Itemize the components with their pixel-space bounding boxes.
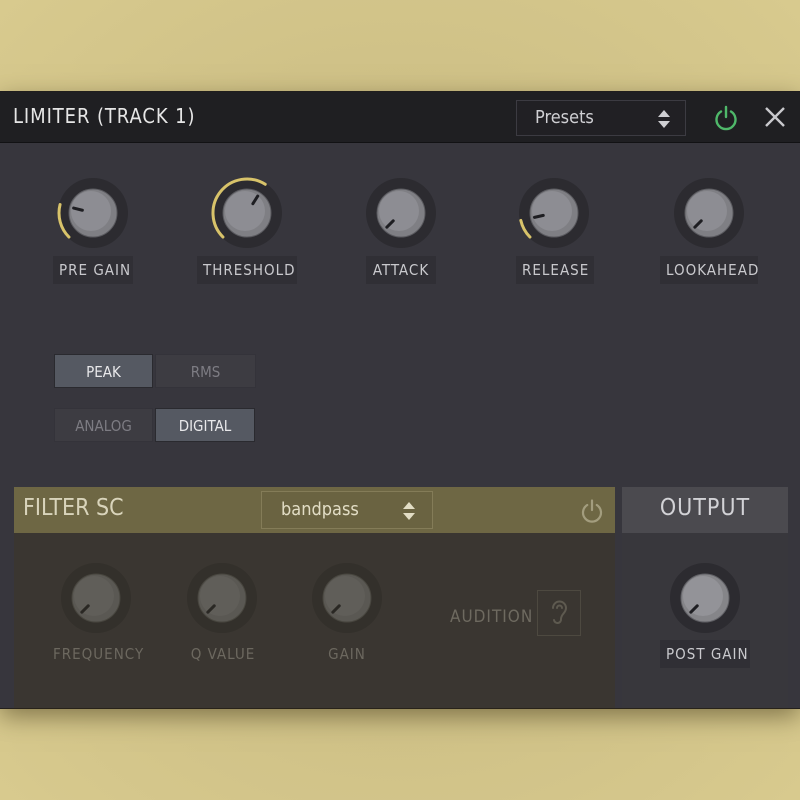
- filter-power-icon[interactable]: [579, 498, 605, 524]
- analog-toggle[interactable]: ANALOG: [54, 408, 153, 442]
- audition-label: AUDITION: [450, 607, 534, 627]
- updown-arrows-icon: [401, 500, 415, 520]
- lookahead-label: LOOKAHEAD: [660, 256, 758, 284]
- output-title: OUTPUT: [659, 495, 751, 521]
- rms-toggle[interactable]: RMS: [155, 354, 256, 388]
- power-icon[interactable]: [712, 104, 740, 132]
- post-gain-label: POST GAIN: [660, 640, 750, 668]
- knob-pre-gain[interactable]: [53, 173, 133, 253]
- threshold-label: THRESHOLD: [197, 256, 297, 284]
- knob-q-value[interactable]: [182, 558, 262, 638]
- peak-toggle[interactable]: PEAK: [54, 354, 153, 388]
- limiter-plugin-window: LIMITER (TRACK 1) Presets PRE GAIN THRES…: [0, 92, 800, 708]
- window-title: LIMITER (TRACK 1): [13, 104, 196, 128]
- pre-gain-label: PRE GAIN: [53, 256, 133, 284]
- filter-sc-header: FILTER SC bandpass: [14, 487, 615, 533]
- updown-arrows-icon: [656, 108, 670, 128]
- close-icon[interactable]: [762, 104, 788, 130]
- gain-label: GAIN: [317, 640, 377, 668]
- presets-label: Presets: [535, 107, 594, 128]
- filter-sc-title: FILTER SC: [23, 495, 124, 521]
- presets-dropdown[interactable]: Presets: [516, 100, 686, 136]
- knob-threshold[interactable]: [207, 173, 287, 253]
- output-header: OUTPUT: [622, 487, 788, 533]
- frequency-label: FREQUENCY: [47, 640, 147, 668]
- q-value-label: Q VALUE: [183, 640, 263, 668]
- digital-toggle[interactable]: DIGITAL: [155, 408, 255, 442]
- title-bar: LIMITER (TRACK 1) Presets: [0, 92, 800, 143]
- knob-post-gain[interactable]: [665, 558, 745, 638]
- filter-mode-value: bandpass: [281, 499, 359, 520]
- attack-label: ATTACK: [366, 256, 436, 284]
- audition-ear-icon[interactable]: [537, 590, 581, 636]
- knob-gain[interactable]: [307, 558, 387, 638]
- knob-lookahead[interactable]: [669, 173, 749, 253]
- knob-attack[interactable]: [361, 173, 441, 253]
- release-label: RELEASE: [516, 256, 594, 284]
- knob-frequency[interactable]: [56, 558, 136, 638]
- filter-mode-dropdown[interactable]: bandpass: [261, 491, 433, 529]
- knob-release[interactable]: [514, 173, 594, 253]
